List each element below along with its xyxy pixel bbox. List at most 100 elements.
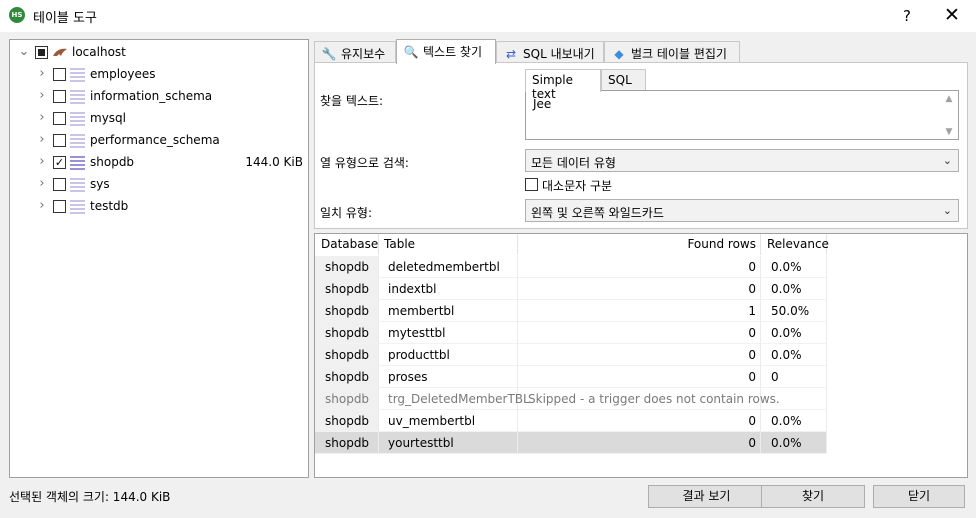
column-header-relevance[interactable]: Relevance (761, 234, 829, 255)
tree-node-database[interactable]: › employees (10, 63, 308, 85)
subtab-simple-text[interactable]: Simple text (525, 69, 601, 101)
cell-found-rows: 0 (518, 366, 761, 388)
tree-node-database[interactable]: › performance_schema (10, 129, 308, 151)
help-button[interactable]: ? (890, 4, 924, 28)
tree-checkbox[interactable]: ✓ (53, 156, 66, 169)
cell-relevance: 0.0% (761, 344, 827, 366)
tree-node-database[interactable]: › ✓ shopdb 144.0 KiB (10, 151, 308, 173)
tree-checkbox[interactable] (53, 178, 66, 191)
tab-sql-export[interactable]: ⇄ SQL 내보내기 (496, 41, 604, 63)
find-text-input[interactable]: Jee ▲ ▼ (525, 90, 959, 140)
chevron-right-icon[interactable]: › (36, 88, 48, 104)
chevron-right-icon[interactable]: › (36, 132, 48, 148)
table-row[interactable]: shopdb yourtesttbl 0 0.0% (315, 432, 827, 454)
mysql-dolphin-icon (53, 48, 67, 56)
chevron-right-icon[interactable]: › (36, 176, 48, 192)
tree-checkbox[interactable] (53, 112, 66, 125)
close-window-button[interactable]: ✕ (934, 4, 970, 28)
column-type-label: 열 유형으로 검색: (320, 156, 409, 170)
tree-node-label: employees (90, 67, 156, 81)
column-header-table[interactable]: Table (379, 234, 518, 255)
chevron-down-icon[interactable]: ⌄ (18, 44, 30, 60)
wrench-icon: 🔧 (321, 47, 337, 61)
table-row[interactable]: shopdb producttbl 0 0.0% (315, 344, 827, 366)
column-type-select[interactable]: 모든 데이터 유형 ⌄ (525, 149, 959, 172)
view-results-button[interactable]: 결과 보기 (648, 485, 765, 508)
cell-found-rows: 0 (518, 278, 761, 300)
case-sensitive-label[interactable]: 대소문자 구분 (542, 177, 612, 194)
scroll-down-icon[interactable]: ▼ (944, 127, 954, 137)
table-row[interactable]: shopdb proses 0 0 (315, 366, 827, 388)
layers-icon: ◆ (614, 47, 624, 61)
cell-table: membertbl (379, 300, 518, 322)
cell-table: proses (379, 366, 518, 388)
cell-found-rows: 0 (518, 256, 761, 278)
cell-database: shopdb (315, 388, 379, 410)
tab-bulk-table-editor[interactable]: ◆ 벌크 테이블 편집기 (604, 41, 740, 63)
table-row[interactable]: shopdb uv_membertbl 0 0.0% (315, 410, 827, 432)
chevron-right-icon[interactable]: › (36, 110, 48, 126)
tree-node-label: shopdb (90, 155, 135, 169)
table-row[interactable]: shopdb indextbl 0 0.0% (315, 278, 827, 300)
tree-node-database[interactable]: › sys (10, 173, 308, 195)
database-icon (70, 110, 85, 126)
tab-maintenance[interactable]: 🔧 유지보수 (314, 41, 396, 63)
tree-checkbox[interactable] (53, 134, 66, 147)
chevron-right-icon[interactable]: › (36, 198, 48, 214)
database-icon (70, 88, 85, 104)
chevron-down-icon: ⌄ (942, 154, 952, 167)
results-grid[interactable]: Database Table Found rows Relevance shop… (314, 233, 968, 478)
database-icon (70, 132, 85, 148)
case-sensitive-checkbox[interactable] (525, 178, 538, 191)
tree-node-database[interactable]: › testdb (10, 195, 308, 217)
tab-find-text[interactable]: 🔍 텍스트 찾기 (396, 39, 496, 64)
match-type-value: 왼쪽 및 오른쪽 와일드카드 (531, 206, 664, 220)
tree-checkbox[interactable] (53, 68, 66, 81)
chevron-right-icon[interactable]: › (36, 66, 48, 82)
cell-database: shopdb (315, 410, 379, 432)
chevron-down-icon: ⌄ (942, 204, 952, 217)
find-button[interactable]: 찾기 (761, 485, 865, 508)
tree-node-label: information_schema (90, 89, 213, 103)
table-row[interactable]: shopdb deletedmembertbl 0 0.0% (315, 256, 827, 278)
tree-node-label: mysql (90, 111, 126, 125)
tree-node-size: 144.0 KiB (245, 155, 303, 169)
cell-table: uv_membertbl (379, 410, 518, 432)
match-type-select[interactable]: 왼쪽 및 오른쪽 와일드카드 ⌄ (525, 199, 959, 222)
subtab-sql[interactable]: SQL (601, 69, 646, 91)
match-type-label: 일치 유형: (320, 206, 373, 220)
tree-node-database[interactable]: › mysql (10, 107, 308, 129)
cell-found-rows: 0 (518, 322, 761, 344)
table-row[interactable]: shopdb mytesttbl 0 0.0% (315, 322, 827, 344)
table-row[interactable]: shopdb trg_DeletedMemberTBL Skipped - a tr… (315, 388, 827, 410)
cell-relevance: 0.0% (761, 278, 827, 300)
column-header-database[interactable]: Database (315, 234, 379, 255)
cell-table: producttbl (379, 344, 518, 366)
tree-root-label: localhost (72, 45, 126, 59)
tab-label: SQL 내보내기 (523, 47, 595, 61)
tree-node-database[interactable]: › information_schema (10, 85, 308, 107)
database-tree[interactable]: ⌄ localhost › employees › information_schem… (9, 39, 309, 478)
tab-label: 텍스트 찾기 (423, 45, 483, 59)
cell-database: shopdb (315, 278, 379, 300)
table-row[interactable]: shopdb membertbl 1 50.0% (315, 300, 827, 322)
tab-label: 벌크 테이블 편집기 (631, 47, 727, 61)
cell-relevance: 50.0% (761, 300, 827, 322)
cell-database: shopdb (315, 322, 379, 344)
column-header-found-rows[interactable]: Found rows (518, 234, 761, 255)
cell-relevance: 0.0% (761, 432, 827, 454)
column-type-value: 모든 데이터 유형 (531, 156, 616, 170)
cell-database: shopdb (315, 432, 379, 454)
tab-strip: 🔧 유지보수 🔍 텍스트 찾기 ⇄ SQL 내보내기 ◆ 벌크 테이블 편집기 (314, 39, 968, 64)
tree-checkbox[interactable] (53, 200, 66, 213)
cell-table: deletedmembertbl (379, 256, 518, 278)
scroll-up-icon[interactable]: ▲ (944, 94, 954, 104)
cell-table: trg_DeletedMemberTBL (379, 388, 530, 410)
tree-checkbox[interactable] (53, 90, 66, 103)
status-text: 선택된 객체의 크기: 144.0 KiB (9, 490, 171, 504)
close-button[interactable]: 닫기 (873, 485, 965, 508)
chevron-right-icon[interactable]: › (36, 154, 48, 170)
tree-node-localhost[interactable]: ⌄ localhost (10, 41, 308, 63)
tree-checkbox-localhost[interactable] (35, 46, 48, 59)
app-logo-icon: HS (9, 7, 25, 23)
